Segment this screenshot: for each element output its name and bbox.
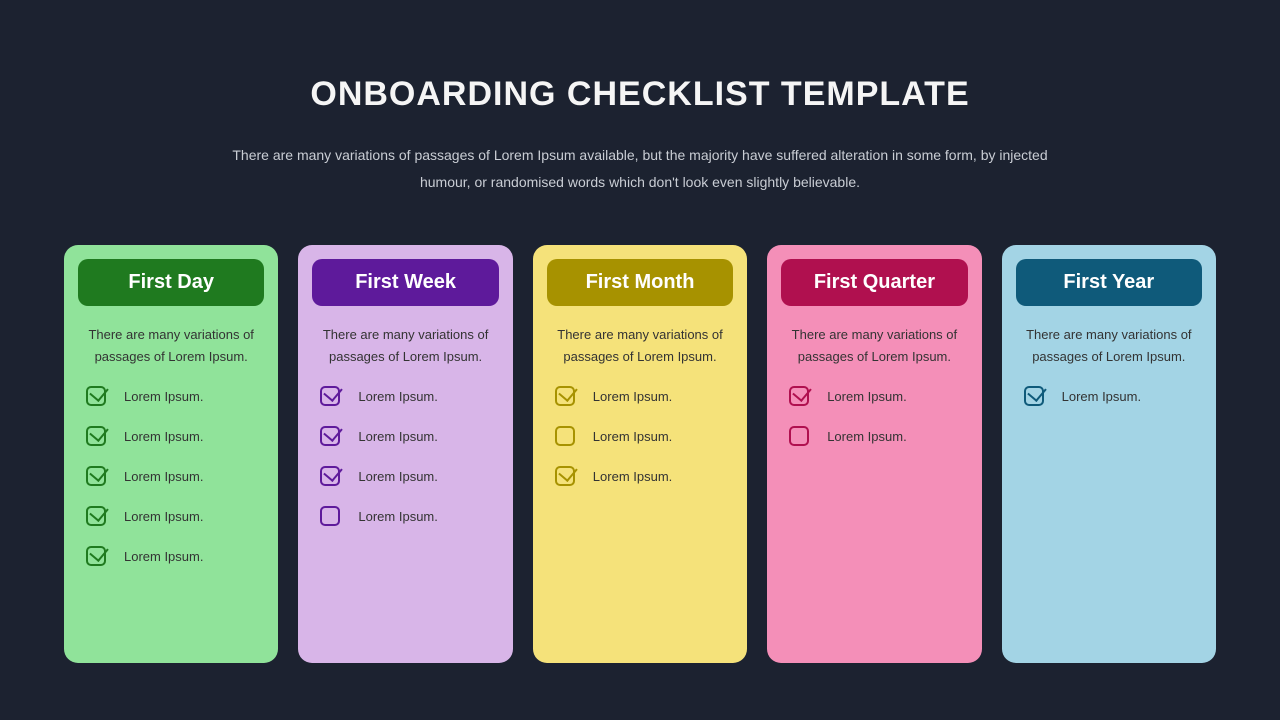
- card-first-day: First Day There are many variations of pa…: [64, 245, 278, 663]
- checkbox-checked-icon[interactable]: [86, 426, 106, 446]
- card-description: There are many variations of passages of…: [781, 324, 967, 368]
- checklist-item-label: Lorem Ipsum.: [124, 509, 203, 524]
- card-first-year: First Year There are many variations of p…: [1002, 245, 1216, 663]
- checklist-item: Lorem Ipsum.: [320, 466, 498, 486]
- checklist-item: Lorem Ipsum.: [86, 386, 264, 406]
- card-first-month: First Month There are many variations of …: [533, 245, 747, 663]
- card-header: First Month: [547, 259, 733, 306]
- checklist-item-label: Lorem Ipsum.: [124, 549, 203, 564]
- checklist: Lorem Ipsum. Lorem Ipsum. Lorem Ipsum.: [547, 386, 733, 486]
- checklist-item-label: Lorem Ipsum.: [827, 389, 906, 404]
- card-description: There are many variations of passages of…: [547, 324, 733, 368]
- card-description: There are many variations of passages of…: [78, 324, 264, 368]
- checkbox-checked-icon[interactable]: [320, 466, 340, 486]
- card-first-week: First Week There are many variations of p…: [298, 245, 512, 663]
- checklist-item-label: Lorem Ipsum.: [593, 389, 672, 404]
- slide: ONBOARDING CHECKLIST TEMPLATE There are …: [0, 0, 1280, 720]
- checklist-item: Lorem Ipsum.: [320, 386, 498, 406]
- checklist-item-label: Lorem Ipsum.: [358, 469, 437, 484]
- checkbox-checked-icon[interactable]: [555, 466, 575, 486]
- checklist-item-label: Lorem Ipsum.: [827, 429, 906, 444]
- card-header: First Week: [312, 259, 498, 306]
- checkbox-checked-icon[interactable]: [86, 466, 106, 486]
- checklist-item: Lorem Ipsum.: [789, 386, 967, 406]
- checkbox-checked-icon[interactable]: [320, 386, 340, 406]
- checklist-item-label: Lorem Ipsum.: [124, 469, 203, 484]
- checklist-item-label: Lorem Ipsum.: [358, 509, 437, 524]
- checkbox-checked-icon[interactable]: [555, 386, 575, 406]
- checklist: Lorem Ipsum.: [1016, 386, 1202, 406]
- page-subtitle: There are many variations of passages of…: [215, 142, 1065, 195]
- checklist-item-label: Lorem Ipsum.: [593, 469, 672, 484]
- checklist: Lorem Ipsum. Lorem Ipsum.: [781, 386, 967, 446]
- checkbox-checked-icon[interactable]: [789, 386, 809, 406]
- card-header: First Quarter: [781, 259, 967, 306]
- checklist-item: Lorem Ipsum.: [1024, 386, 1202, 406]
- card-header: First Year: [1016, 259, 1202, 306]
- checklist-item: Lorem Ipsum.: [555, 426, 733, 446]
- checkbox-unchecked-icon[interactable]: [320, 506, 340, 526]
- checklist-item-label: Lorem Ipsum.: [593, 429, 672, 444]
- checkbox-checked-icon[interactable]: [320, 426, 340, 446]
- card-first-quarter: First Quarter There are many variations o…: [767, 245, 981, 663]
- card-description: There are many variations of passages of…: [312, 324, 498, 368]
- checklist-item: Lorem Ipsum.: [320, 506, 498, 526]
- checklist-item: Lorem Ipsum.: [86, 426, 264, 446]
- checklist-item: Lorem Ipsum.: [555, 386, 733, 406]
- checklist: Lorem Ipsum. Lorem Ipsum. Lorem Ipsum. Lore…: [312, 386, 498, 526]
- page-title: ONBOARDING CHECKLIST TEMPLATE: [310, 75, 969, 114]
- checklist-item-label: Lorem Ipsum.: [124, 429, 203, 444]
- checkbox-unchecked-icon[interactable]: [555, 426, 575, 446]
- checklist-item: Lorem Ipsum.: [555, 466, 733, 486]
- checklist-item-label: Lorem Ipsum.: [1062, 389, 1141, 404]
- checklist-item: Lorem Ipsum.: [86, 546, 264, 566]
- checkbox-checked-icon[interactable]: [86, 506, 106, 526]
- checklist-item-label: Lorem Ipsum.: [358, 429, 437, 444]
- checklist-item-label: Lorem Ipsum.: [124, 389, 203, 404]
- checkbox-unchecked-icon[interactable]: [789, 426, 809, 446]
- card-header: First Day: [78, 259, 264, 306]
- checklist-item-label: Lorem Ipsum.: [358, 389, 437, 404]
- checkbox-checked-icon[interactable]: [1024, 386, 1044, 406]
- checkbox-checked-icon[interactable]: [86, 386, 106, 406]
- checklist-item: Lorem Ipsum.: [86, 506, 264, 526]
- checkbox-checked-icon[interactable]: [86, 546, 106, 566]
- cards-row: First Day There are many variations of pa…: [0, 245, 1280, 663]
- card-description: There are many variations of passages of…: [1016, 324, 1202, 368]
- checklist: Lorem Ipsum. Lorem Ipsum. Lorem Ipsum. Lore…: [78, 386, 264, 566]
- checklist-item: Lorem Ipsum.: [86, 466, 264, 486]
- checklist-item: Lorem Ipsum.: [789, 426, 967, 446]
- checklist-item: Lorem Ipsum.: [320, 426, 498, 446]
